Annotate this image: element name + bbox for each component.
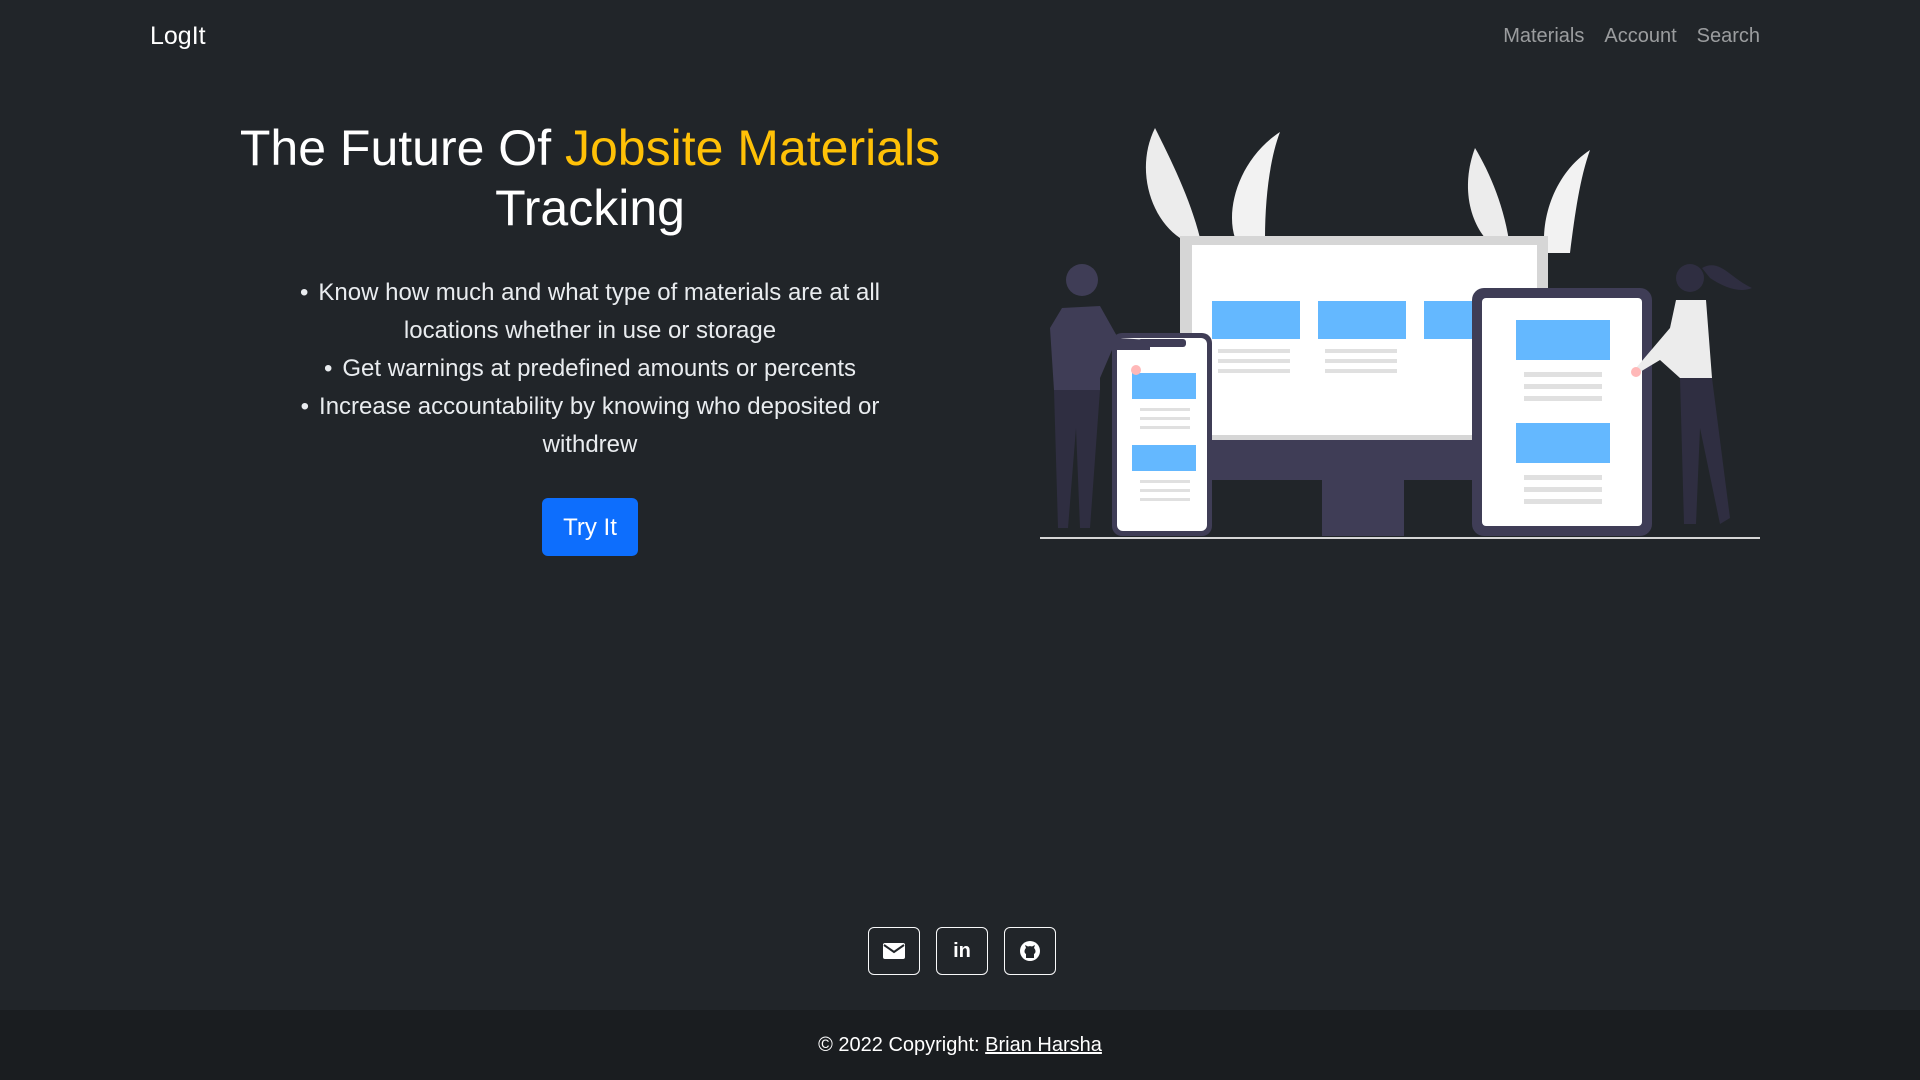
nav-link-account[interactable]: Account — [1604, 25, 1676, 48]
nav-links: Materials Account Search — [1503, 25, 1760, 48]
github-icon — [1020, 941, 1040, 961]
ground-line — [1040, 537, 1760, 539]
hero-title-accent: Jobsite Materials — [564, 120, 941, 176]
try-it-button[interactable]: Try It — [542, 498, 638, 556]
github-button[interactable] — [1004, 927, 1056, 975]
feature-item: Get warnings at predefined amounts or pe… — [270, 350, 910, 388]
social-links: in — [868, 927, 1056, 975]
author-link[interactable]: Brian Harsha — [985, 1034, 1102, 1056]
tablet — [1472, 288, 1652, 536]
email-button[interactable] — [868, 927, 920, 975]
devices-illustration — [1040, 128, 1760, 539]
feature-item: Know how much and what type of materials… — [270, 274, 910, 350]
nav-link-materials[interactable]: Materials — [1503, 25, 1584, 48]
feature-list: Know how much and what type of materials… — [270, 274, 910, 464]
phone — [1112, 333, 1212, 536]
brand-logo[interactable]: LogIt — [150, 22, 206, 51]
hero-title-part2: Tracking — [495, 180, 685, 236]
navbar: LogIt Materials Account Search — [0, 0, 1920, 74]
hero-title: The Future Of Jobsite Materials Tracking — [190, 118, 990, 238]
footer: © 2022 Copyright: Brian Harsha — [0, 1010, 1920, 1080]
linkedin-button[interactable]: in — [936, 927, 988, 975]
copyright-text: © 2022 Copyright: — [818, 1034, 986, 1056]
hero-section: The Future Of Jobsite Materials Tracking … — [190, 118, 990, 556]
envelope-icon — [883, 943, 905, 959]
linkedin-icon: in — [953, 939, 971, 962]
leaf-decoration — [1145, 128, 1590, 253]
nav-link-search[interactable]: Search — [1697, 25, 1760, 48]
hero-title-part1: The Future Of — [239, 120, 565, 176]
feature-item: Increase accountability by knowing who d… — [270, 388, 910, 464]
